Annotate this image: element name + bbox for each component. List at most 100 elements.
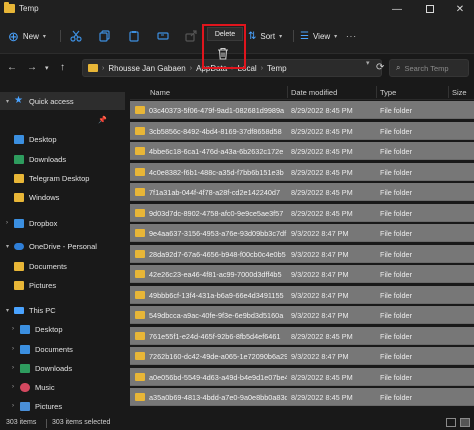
breadcrumb-user[interactable]: Rhousse Jan Gabaen [108, 64, 185, 73]
search-box[interactable]: ⌕ [389, 59, 469, 77]
file-date: 8/29/2022 8:45 PM [291, 106, 353, 115]
folder-icon [135, 229, 145, 237]
sidebar-item-pc-downloads[interactable]: › Downloads [0, 359, 125, 377]
table-row[interactable]: 9d03d7dc-8902-4758-afc0-9e9ce5ae3f57 8/29… [130, 203, 474, 222]
column-header-size[interactable]: Size [452, 88, 467, 97]
breadcrumb-separator: › [102, 64, 105, 72]
column-header-type[interactable]: Type [380, 88, 396, 97]
expand-icon[interactable]: › [12, 403, 20, 409]
maximize-button[interactable] [415, 0, 445, 18]
file-name: 03c40373-5f06-479f-9ad1-082681d9989a [149, 106, 285, 115]
expand-icon[interactable]: ▾ [6, 307, 14, 314]
details-view-icon[interactable] [446, 418, 456, 427]
status-bar: 303 items 303 items selected [0, 416, 474, 430]
file-type: File folder [380, 290, 413, 300]
desktop-icon [14, 134, 24, 144]
maximize-icon [426, 5, 434, 13]
expand-icon[interactable]: ▾ [6, 243, 14, 250]
back-arrow-icon[interactable]: ← [7, 62, 17, 73]
more-options-button[interactable]: ··· [346, 26, 357, 46]
table-row[interactable]: 3cb5856c-8492-4bd4-8169-37df8658d58 8/29/… [130, 121, 474, 140]
table-row[interactable]: 4bbe6c18-6ca1-476d-a43a-6b2632c172e 8/29/… [130, 142, 474, 160]
forward-arrow-icon[interactable]: → [27, 62, 37, 73]
sidebar-item-dropbox[interactable]: › Dropbox [0, 214, 125, 232]
file-date: 9/3/2022 8:47 PM [291, 249, 349, 259]
sidebar-item-pc-pictures[interactable]: › Pictures [0, 397, 125, 415]
sidebar-item-label: This PC [29, 305, 56, 315]
sidebar-item-telegram-desktop[interactable]: Telegram Desktop [0, 169, 125, 187]
breadcrumb-temp[interactable]: Temp [267, 64, 287, 73]
window-title: Temp [19, 4, 39, 13]
sidebar-item-windows[interactable]: Windows [0, 188, 125, 206]
column-divider[interactable] [448, 86, 449, 98]
search-input[interactable] [404, 63, 455, 73]
copy-icon [99, 30, 110, 42]
expand-icon[interactable]: › [12, 326, 20, 332]
table-row[interactable]: 549dbcca-a9ac-40fe-9f3e-6e9bd3d5160a 9/3/… [130, 306, 474, 324]
table-row[interactable]: 28da92d7-67a6-4656-b948-f00cb0c4e0b5 9/3/… [130, 244, 474, 263]
music-icon [20, 382, 30, 392]
expand-icon[interactable]: › [12, 346, 20, 352]
chevron-down-icon: ▾ [334, 33, 338, 40]
file-date: 9/3/2022 8:47 PM [291, 311, 349, 320]
file-name: 549dbcca-a9ac-40fe-9f3e-6e9bd3d5160a [149, 311, 284, 320]
paste-button[interactable] [126, 28, 142, 44]
refresh-icon[interactable]: ⟳ [376, 62, 384, 73]
new-button[interactable]: ⊕ New ▾ [8, 26, 46, 46]
table-row[interactable]: 761e55f1-e24d-465f-92b6-8fb5d4ef6461 8/29… [130, 326, 474, 345]
copy-button[interactable] [97, 28, 113, 44]
view-label: View [312, 31, 331, 41]
star-icon: ★ [14, 95, 23, 106]
sidebar-item-pc-documents[interactable]: › Documents [0, 340, 125, 358]
close-button[interactable]: ✕ [445, 0, 474, 18]
table-row[interactable]: 9e4aa637-3156-4953-a76e-93d09bb3c7df 9/3/… [130, 224, 474, 242]
column-header-name[interactable]: Name [150, 88, 170, 97]
folder-icon [135, 167, 145, 176]
sidebar-item-onedrive-pictures[interactable]: Pictures [0, 276, 125, 294]
expand-icon[interactable]: › [12, 365, 20, 371]
table-row[interactable]: 42e26c23-ea46-4f81-ac99-7000d3dff4b5 9/3/… [130, 265, 474, 283]
table-row[interactable]: 4c0e8382-f6b1-488c-a35d-f7bb6b151e3b 8/29… [130, 162, 474, 181]
thumbnail-view-icon[interactable] [460, 418, 470, 427]
sidebar-item-downloads[interactable]: Downloads [0, 150, 125, 168]
view-button[interactable]: ☰ View ▾ [300, 26, 337, 46]
folder-icon [135, 126, 145, 135]
sidebar-item-onedrive[interactable]: ▾ OneDrive - Personal [0, 237, 125, 255]
share-button[interactable] [183, 28, 199, 44]
delete-highlight-box [202, 24, 246, 69]
sidebar-item-pc-desktop[interactable]: › Desktop [0, 320, 125, 338]
sidebar-item-desktop[interactable]: Desktop [0, 130, 125, 148]
expand-icon[interactable]: ▾ [6, 98, 14, 105]
sidebar-item-music[interactable]: › Music [0, 378, 125, 396]
address-dropdown-icon[interactable]: ▾ [366, 59, 370, 67]
folder-icon [135, 106, 145, 114]
cut-icon [70, 30, 82, 42]
table-row[interactable]: 7f1a31ab-044f-4f78-a28f-cd2e142240d7 8/29… [130, 183, 474, 201]
table-row[interactable]: a35a0b69-4813-4bdd-a7e0-9a0e8bb0a83d 8/29… [130, 388, 474, 406]
table-row[interactable]: 7262b160-dc42-49de-a065-1e72090b6a29 9/3/… [130, 347, 474, 365]
sidebar-item-quick-access[interactable]: ▾ ★ Quick access 📌 [0, 92, 125, 124]
recent-locations-icon[interactable]: ▾ [45, 64, 49, 72]
sort-button[interactable]: ⇅ Sort ▾ [248, 26, 282, 46]
up-arrow-icon[interactable]: ↑ [60, 62, 65, 73]
expand-icon[interactable]: › [6, 220, 14, 226]
column-header-date[interactable]: Date modified [291, 88, 337, 97]
folder-icon [14, 280, 24, 290]
column-divider[interactable] [376, 86, 377, 98]
sidebar-item-onedrive-documents[interactable]: Documents [0, 257, 125, 275]
sidebar-item-label: Downloads [29, 154, 67, 164]
sidebar-item-this-pc[interactable]: ▾ This PC [0, 301, 125, 319]
table-row[interactable]: 03c40373-5f06-479f-9ad1-082681d9989a 8/29… [130, 101, 474, 119]
table-row[interactable]: a0e056bd-5549-4d63-a49d-b4e9d1e07be4 8/29… [130, 367, 474, 386]
minimize-button[interactable]: — [382, 0, 412, 18]
folder-icon [135, 372, 145, 381]
file-date: 8/29/2022 8:45 PM [291, 393, 353, 402]
selected-count: 303 items selected [52, 419, 111, 426]
file-name: a0e056bd-5549-4d63-a49d-b4e9d1e07be4 [149, 372, 287, 382]
cloud-icon [14, 242, 24, 250]
cut-button[interactable] [68, 28, 84, 44]
column-divider[interactable] [287, 86, 288, 98]
table-row[interactable]: 49bbb6cf-13f4-431a-b6a9-66e4d3491155 9/3/… [130, 285, 474, 304]
expand-icon[interactable]: › [12, 384, 20, 390]
rename-button[interactable] [155, 28, 171, 44]
